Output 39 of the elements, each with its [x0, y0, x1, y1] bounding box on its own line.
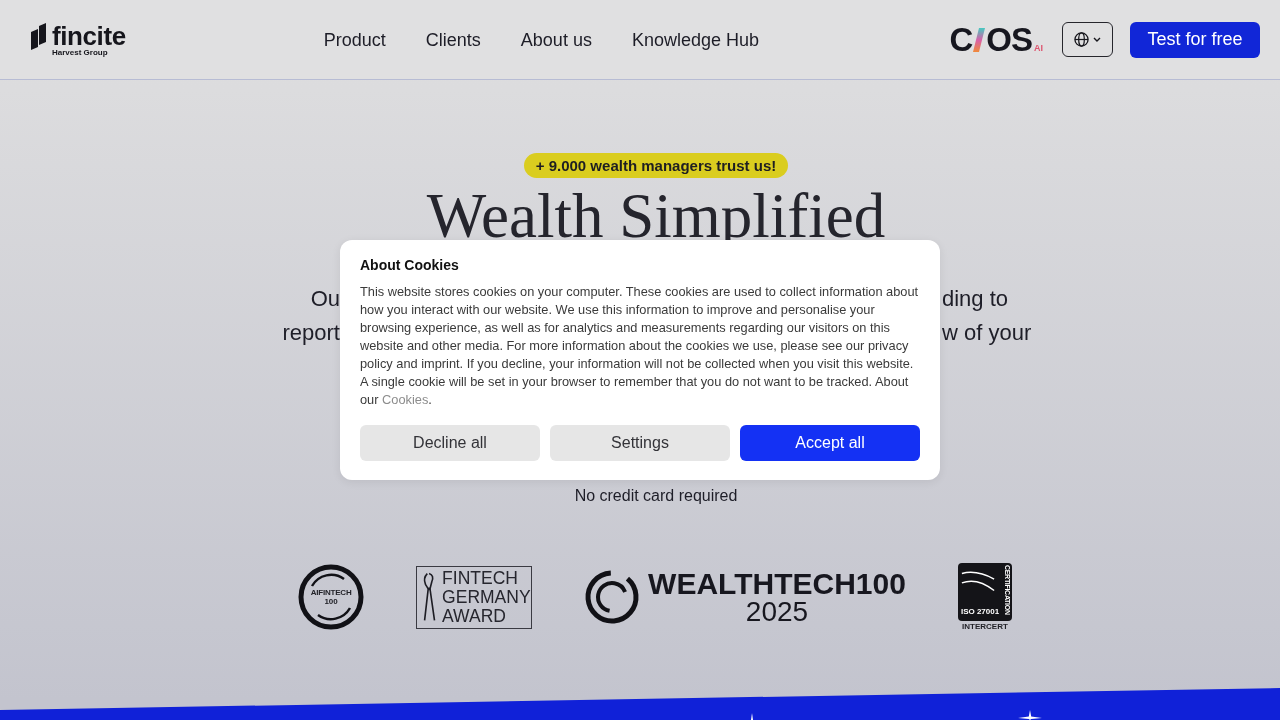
trust-badge: + 9.000 wealth managers trust us! [523, 153, 789, 178]
cookie-choice-button[interactable]: Accept all [740, 425, 920, 461]
hero-text-fragment: Ou [310, 285, 340, 313]
logo-suffix: AI [1034, 42, 1043, 53]
sparkle-icon [749, 713, 755, 720]
award-logo-text: WEALTHTECH100 [648, 568, 906, 598]
logo-letter: C [949, 24, 973, 55]
no-credit-card-note: No credit card required [574, 486, 738, 506]
award-logo-text: AIFINTECH [310, 588, 352, 597]
cookie-notice-text: This website stores cookies on your computer. These cookies are used to collect information about how you interact with our website. We use this information to improve and personalise your browsing experience, as well as for analytics and measurements regarding our visitors on this website and other media. For more information about the cookies we use, please see our privacy policy and imprint. If you decline, your information will not be collected when you visit this website. A single cookie will be set in your browser to remember that you do not want to be tracked. About our Cookies. [360, 283, 920, 409]
dialog-title: About Cookies [360, 256, 460, 274]
award-logo-text: FINTECH [442, 568, 519, 588]
award-logo-text: GERMANY [442, 587, 531, 607]
nav-link[interactable]: About us [520, 27, 592, 52]
ring-logo-icon [298, 563, 365, 631]
slash-icon [973, 27, 986, 52]
logo-mark-icon [31, 23, 47, 50]
hero-text-fragment: w of your [941, 319, 1032, 347]
globe-icon [1074, 32, 1089, 47]
language-button[interactable] [1062, 22, 1113, 57]
hero-text-fragment: ding to [941, 285, 1009, 313]
logo-wordmark: fincite [52, 25, 126, 47]
logo-letters: OS [986, 24, 1032, 55]
award-logo-text: INTERCERT [962, 621, 1008, 632]
award-logo-text: AWARD [442, 606, 507, 626]
double-ring-icon [584, 568, 641, 626]
nav-link[interactable]: Clients [425, 27, 481, 52]
hero-text-fragment: report [282, 319, 340, 347]
nav-link[interactable]: Knowledge Hub [631, 27, 759, 52]
nav-link[interactable]: Product [323, 27, 386, 52]
cta-button[interactable]: Test for free [1130, 21, 1260, 58]
award-logo-text: ISO 27001 [960, 606, 1000, 616]
cookie-choice-button[interactable]: Settings [550, 425, 730, 461]
hero-title: Wealth Simplified [426, 185, 886, 248]
award-logo-text: 2025 [745, 597, 809, 626]
award-logo-text: 100 [324, 597, 338, 606]
cookie-choice-button[interactable]: Decline all [360, 425, 540, 461]
chevron-down-icon [1093, 37, 1101, 42]
logo-tagline: Harvest Group [52, 48, 109, 58]
